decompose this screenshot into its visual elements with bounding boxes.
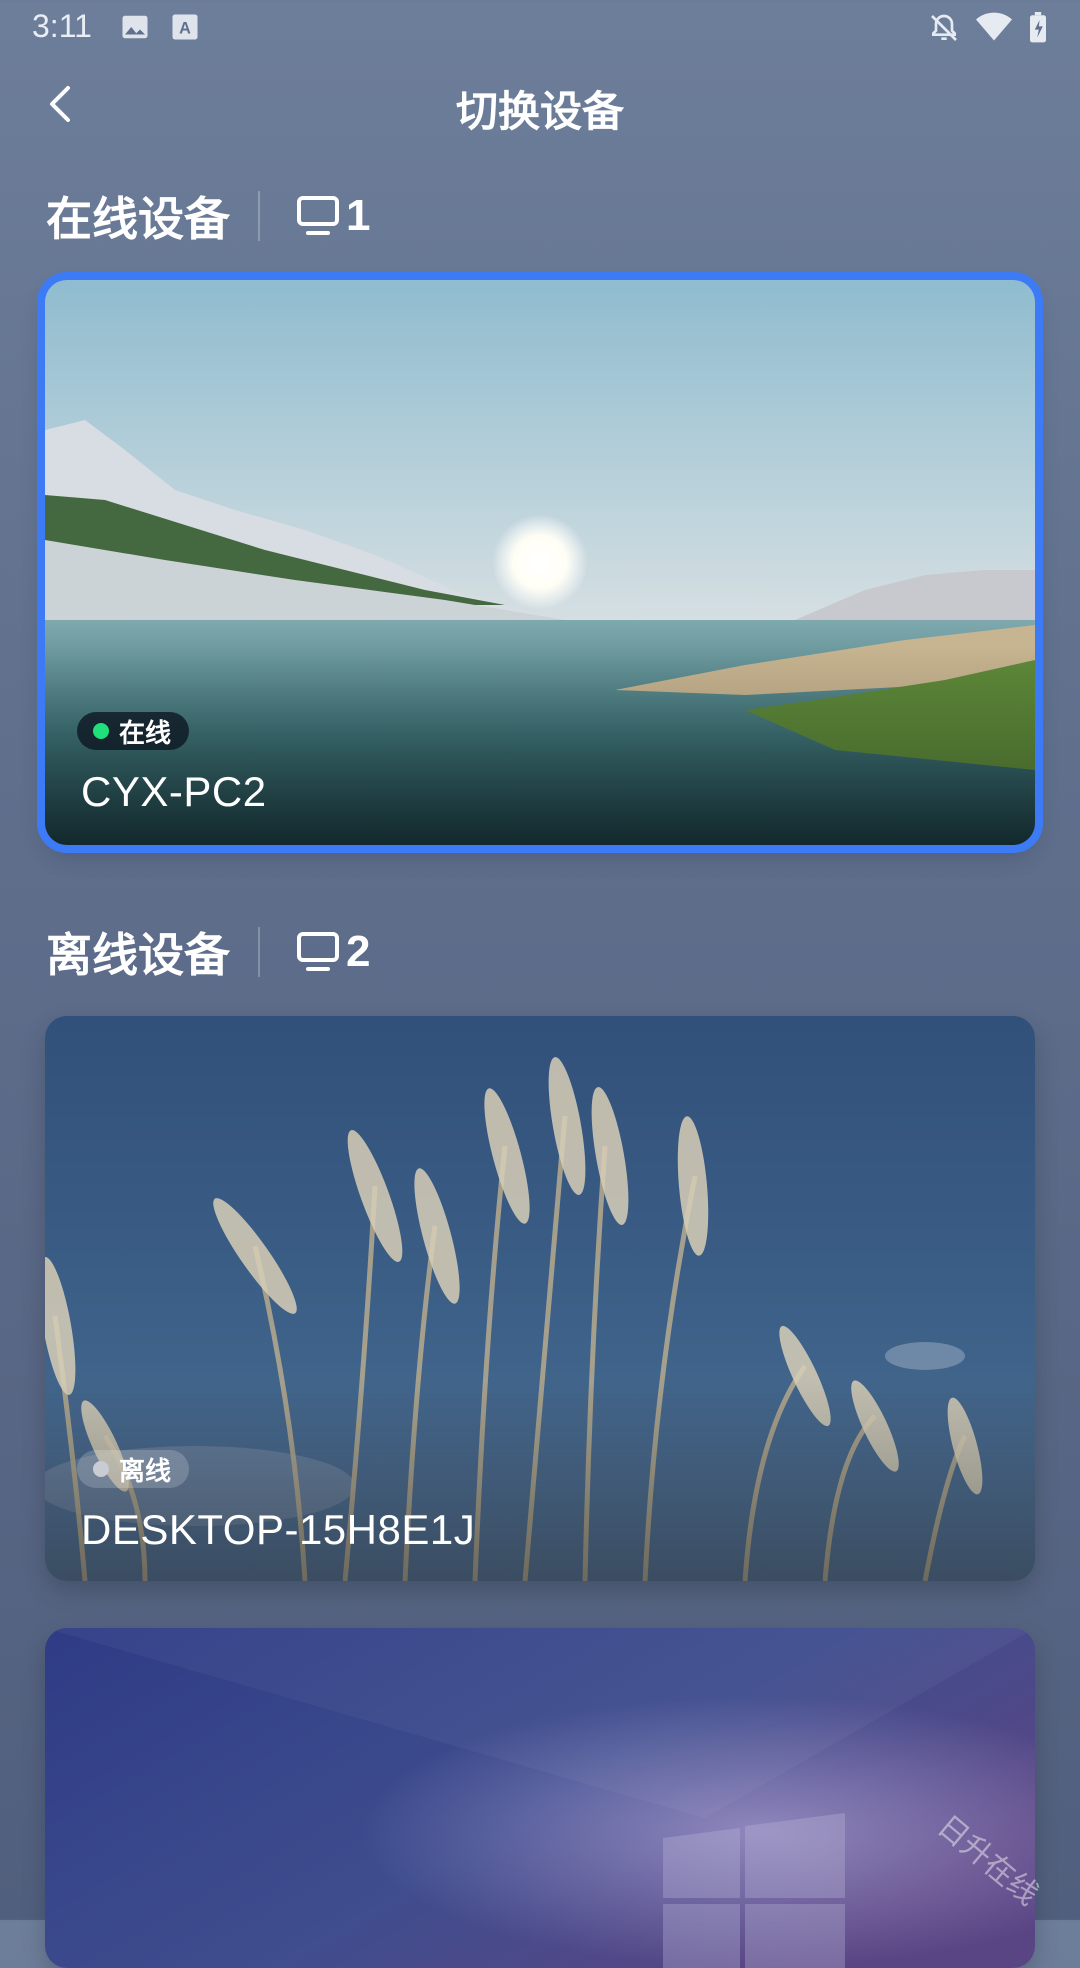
status-time: 3:11 xyxy=(32,8,92,44)
battery-charging-icon xyxy=(1028,12,1048,49)
status-badge-online: 在线 xyxy=(77,712,190,750)
monitor-icon xyxy=(297,932,339,971)
bell-off-icon xyxy=(928,12,960,49)
offline-count-number: 2 xyxy=(346,927,371,976)
page-title: 切换设备 xyxy=(455,87,624,136)
online-section-title: 在线设备 xyxy=(46,192,230,246)
offline-dot xyxy=(93,1461,109,1477)
offline-count: 2 xyxy=(296,927,370,977)
wifi-icon xyxy=(976,12,1012,47)
device-name: CYX-PC2 xyxy=(81,768,267,815)
online-count: 1 xyxy=(296,191,370,241)
online-section-header: 在线设备 1 xyxy=(46,186,370,246)
svg-text:A: A xyxy=(179,19,191,37)
offline-section-title: 离线设备 xyxy=(46,928,230,982)
device-card-online[interactable]: 在线 CYX-PC2 xyxy=(37,272,1043,853)
monitor-icon xyxy=(297,196,339,235)
device-card-offline-2[interactable] xyxy=(45,1628,1035,1968)
section-divider xyxy=(258,191,260,241)
image-icon xyxy=(120,12,150,47)
device-name: DESKTOP-15H8E1J xyxy=(81,1506,476,1553)
online-count-number: 1 xyxy=(346,191,371,240)
status-badge-label: 在线 xyxy=(119,718,172,749)
windows-wallpaper-image xyxy=(45,1628,1035,1968)
font-download-icon: A xyxy=(170,12,200,47)
section-divider xyxy=(258,927,260,977)
offline-section-header: 离线设备 2 xyxy=(46,922,370,982)
device-card-offline[interactable]: 离线 DESKTOP-15H8E1J xyxy=(45,1016,1035,1581)
online-dot xyxy=(93,723,109,739)
status-bar: 3:11 A xyxy=(0,0,1080,56)
status-badge-offline: 离线 xyxy=(77,1450,190,1488)
status-badge-label: 离线 xyxy=(119,1456,172,1487)
